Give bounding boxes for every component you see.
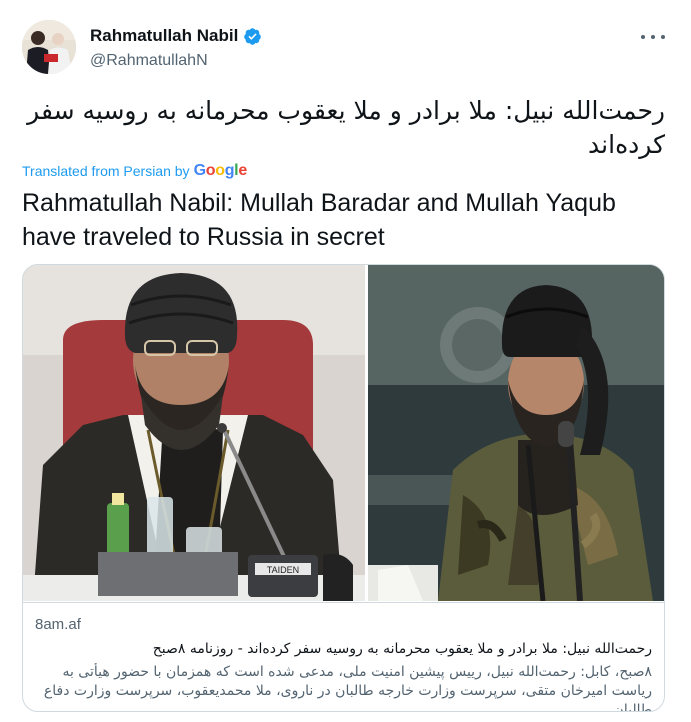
tweet-text-translated: Rahmatullah Nabil: Mullah Baradar and Mu… [22, 189, 616, 251]
photo-man-at-podium: TAIDEN [23, 265, 365, 601]
tweet-text-original: رحمت‌الله نبیل: ملا برادر و ملا یعقوب مح… [27, 96, 665, 159]
avatar-image [22, 20, 76, 74]
dot [651, 35, 655, 39]
link-card[interactable]: TAIDEN [22, 264, 665, 712]
more-horizontal-icon[interactable] [641, 26, 665, 48]
card-image-left: TAIDEN [23, 265, 365, 601]
tweet[interactable]: Rahmatullah Nabil @RahmatullahN رحمت‌الل… [0, 0, 691, 722]
mic-brand-label: TAIDEN [267, 565, 299, 575]
photo-man-in-camouflage [368, 265, 664, 601]
card-images: TAIDEN [23, 265, 664, 601]
display-name[interactable]: Rahmatullah Nabil [90, 26, 238, 46]
dot [661, 35, 665, 39]
card-meta[interactable]: 8am.af رحمت‌الله نبیل: ملا برادر و ملا ی… [23, 602, 664, 712]
card-domain: 8am.af [35, 616, 81, 633]
card-image-right [368, 265, 664, 601]
verified-badge-icon [244, 27, 262, 45]
handle[interactable]: @RahmatullahN [90, 52, 262, 70]
google-logo: Google [193, 162, 248, 179]
card-title: رحمت‌الله نبیل: ملا برادر و ملا یعقوب مح… [152, 641, 652, 657]
translation-attribution[interactable]: Translated from Persian by Google [22, 161, 247, 181]
card-description: ۸صبح، کابل: رحمت‌الله نبیل، رییس پیشین ا… [43, 664, 652, 712]
translated-label: Translated from Persian by [22, 163, 190, 179]
dot [641, 35, 645, 39]
avatar[interactable] [22, 20, 76, 74]
author-info: Rahmatullah Nabil @RahmatullahN [90, 24, 262, 70]
